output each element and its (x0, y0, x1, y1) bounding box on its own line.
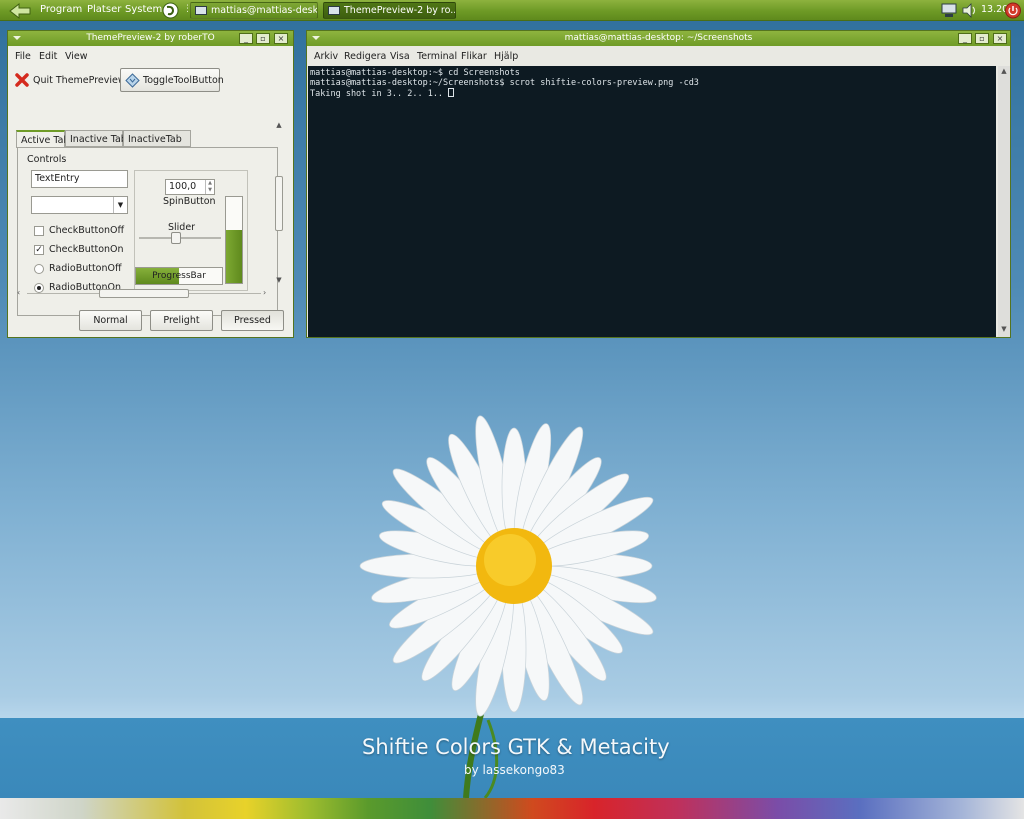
quit-label: Quit ThemePreview! (33, 75, 130, 86)
menu-redigera[interactable]: Redigera (344, 51, 386, 62)
scroll-right-arrow-icon[interactable]: › (263, 288, 266, 297)
terminal-menubar: Arkiv Redigera Visa Terminal Flikar Hjäl… (307, 46, 1010, 64)
menu-program[interactable]: Program (40, 4, 82, 15)
widgets-frame: 100,0 ▲ ▼ SpinButton Slider ProgressBar (134, 170, 248, 291)
horizontal-scroll-thumb[interactable] (99, 289, 189, 298)
toggle-label: ToggleToolButton (143, 75, 224, 86)
terminal-line: mattias@mattias-desktop:~/Screenshots$ s… (310, 78, 699, 88)
taskbar-themepreview-label: ThemePreview-2 by ro... (344, 5, 456, 16)
themepreview-titlebar[interactable]: ThemePreview-2 by roberTO _ ▫ × (8, 31, 293, 46)
top-panel: Program Platser System ⋮ mattias@mattias… (0, 0, 1024, 21)
vertical-scale[interactable] (225, 196, 243, 284)
flower-center-highlight (484, 534, 536, 586)
quit-x-icon (15, 73, 29, 87)
taskbar-terminal-label: mattias@mattias-deskt... (211, 5, 318, 16)
scroll-left-arrow-icon[interactable]: ‹ (17, 288, 20, 297)
scroll-down-arrow-icon[interactable]: ▼ (274, 276, 284, 286)
menu-arkiv[interactable]: Arkiv (314, 51, 338, 62)
checkbox-on-label: CheckButtonOn (49, 244, 124, 255)
taskbar-button-terminal[interactable]: mattias@mattias-deskt... (190, 2, 318, 19)
scroll-up-arrow-icon[interactable]: ▲ (274, 121, 284, 131)
terminal-scroll-up-arrow-icon[interactable]: ▲ (999, 67, 1009, 77)
terminal-window-icon (195, 6, 207, 15)
normal-button[interactable]: Normal (79, 310, 142, 331)
prelight-button[interactable]: Prelight (150, 310, 213, 331)
text-entry[interactable]: TextEntry (31, 170, 128, 188)
vertical-scrollbar[interactable]: ▲ ▼ (273, 121, 285, 286)
maximize-button[interactable]: ▫ (256, 33, 270, 44)
menu-system[interactable]: System (125, 4, 162, 15)
terminal-line: mattias@mattias-desktop:~$ cd Screenshot… (310, 68, 520, 78)
minimize-button[interactable]: _ (239, 33, 253, 44)
menu-visa[interactable]: Visa (390, 51, 410, 62)
bottom-color-strip (0, 798, 1024, 819)
checkbox-on[interactable]: ✓ (34, 245, 44, 255)
horizontal-scrollbar[interactable]: ‹ › (17, 288, 271, 299)
checkbox-off[interactable] (34, 226, 44, 236)
menu-file[interactable]: File (15, 51, 31, 62)
main-menu-arrow-icon[interactable] (8, 2, 32, 19)
radio-off[interactable] (34, 264, 44, 274)
taskbar-button-themepreview[interactable]: ThemePreview-2 by ro... (323, 2, 456, 19)
themepreview-window: ThemePreview-2 by roberTO _ ▫ × File Edi… (7, 30, 294, 338)
terminal-output[interactable]: mattias@mattias-desktop:~$ cd Screenshot… (308, 66, 996, 337)
spin-button[interactable]: 100,0 ▲ ▼ (165, 179, 215, 195)
spin-value: 100,0 (169, 181, 197, 192)
progress-label: ProgressBar (152, 271, 206, 281)
vertical-scale-fill (226, 229, 242, 283)
network-icon[interactable] (940, 3, 958, 18)
diamond-icon (125, 73, 140, 88)
flower-stem-curl (483, 719, 499, 799)
checkbox-off-label: CheckButtonOff (49, 225, 125, 236)
radio-off-label: RadioButtonOff (49, 263, 122, 274)
pressed-button[interactable]: Pressed (221, 310, 284, 331)
volume-icon[interactable] (961, 3, 977, 18)
app-window-icon (328, 6, 340, 15)
terminal-cursor (448, 88, 455, 97)
close-button[interactable]: × (274, 33, 288, 44)
terminal-line: Taking shot in 3.. 2.. 1.. (310, 88, 994, 99)
browser-icon[interactable] (162, 2, 179, 19)
menu-platser[interactable]: Platser (87, 4, 121, 15)
menu-edit[interactable]: Edit (39, 51, 57, 62)
progress-bar: ProgressBar (135, 267, 223, 285)
vertical-scroll-thumb[interactable] (275, 176, 283, 231)
combo-dropdown-arrow-icon[interactable]: ▼ (113, 197, 127, 213)
toggle-tool-button[interactable]: ToggleToolButton (120, 68, 224, 92)
terminal-maximize-button[interactable]: ▫ (975, 33, 989, 44)
themepreview-menubar: File Edit View (8, 46, 293, 64)
menu-hjalp[interactable]: Hjälp (494, 51, 518, 62)
terminal-scrollbar[interactable]: ▲ ▼ (998, 66, 1010, 337)
combo-box[interactable]: ▼ (31, 196, 128, 214)
slider-thumb[interactable] (171, 232, 182, 244)
terminal-titlebar[interactable]: mattias@mattias-desktop: ~/Screenshots _… (307, 31, 1010, 46)
menu-flikar[interactable]: Flikar (461, 51, 487, 62)
terminal-close-button[interactable]: × (993, 33, 1007, 44)
controls-label: Controls (27, 154, 67, 165)
terminal-title: mattias@mattias-desktop: ~/Screenshots (564, 33, 753, 43)
spin-label: SpinButton (163, 196, 216, 207)
terminal-minimize-button[interactable]: _ (958, 33, 972, 44)
spin-arrows-icon[interactable]: ▲ ▼ (205, 180, 214, 194)
terminal-line-text: Taking shot in 3.. 2.. 1.. (310, 89, 449, 99)
menu-view[interactable]: View (65, 51, 88, 62)
shutdown-icon[interactable] (1004, 2, 1022, 19)
tab-inactive-1[interactable]: Inactive Tab (65, 130, 127, 147)
terminal-scroll-down-arrow-icon[interactable]: ▼ (999, 325, 1009, 335)
wallpaper-credit: by lassekongo83 (464, 763, 565, 777)
horizontal-slider[interactable] (139, 232, 221, 244)
tab-inactive-2[interactable]: InactiveTab (123, 130, 191, 147)
terminal-window: mattias@mattias-desktop: ~/Screenshots _… (306, 30, 1011, 338)
wallpaper-title: Shiftie Colors GTK & Metacity (362, 735, 670, 759)
menu-terminal[interactable]: Terminal (417, 51, 457, 62)
tab-active[interactable]: Active Tab (16, 130, 70, 148)
quit-tool-button[interactable]: Quit ThemePreview! (13, 70, 129, 92)
